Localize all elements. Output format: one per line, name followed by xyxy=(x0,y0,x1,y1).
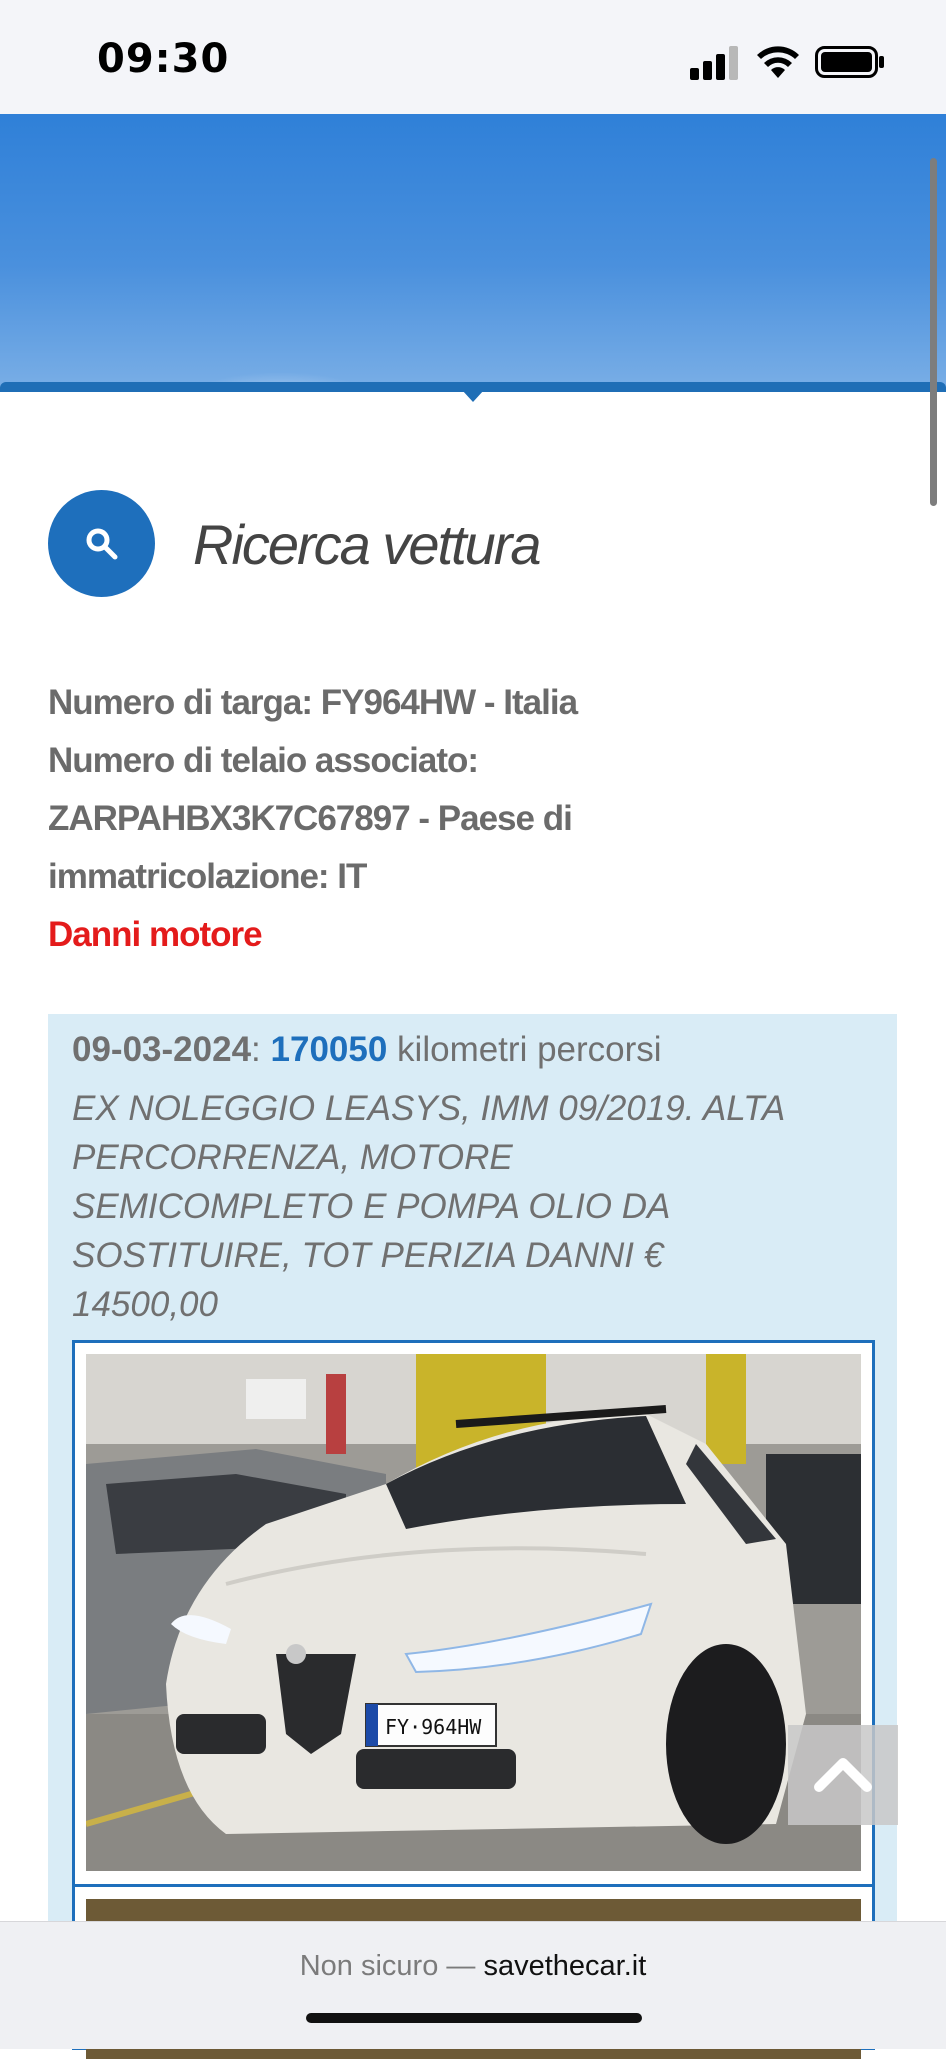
record-header: 09-03-2024: 170050 kilometri percorsi xyxy=(72,1030,662,1070)
search-button[interactable] xyxy=(48,490,155,597)
car-photo: FY·964HW xyxy=(86,1354,861,1871)
car-photo-link[interactable]: FY·964HW xyxy=(72,1340,875,1896)
plate-number: Numero di targa: FY964HW - Italia xyxy=(48,683,578,722)
record-date: 09-03-2024 xyxy=(72,1030,252,1069)
browser-address-bar[interactable] xyxy=(0,1921,946,2049)
record-km-label: kilometri percorsi xyxy=(397,1030,662,1069)
record-separator: : xyxy=(251,1030,261,1069)
damage-type: Danni motore xyxy=(48,915,263,954)
description-line: PERCORRENZA, MOTORE xyxy=(72,1138,513,1177)
chevron-up-icon xyxy=(814,1758,872,1792)
search-icon xyxy=(86,528,118,560)
address-text[interactable]: Non sicuro — savethecar.it xyxy=(0,1950,946,1983)
history-record: 09-03-2024: 170050 kilometri percorsi EX… xyxy=(48,1014,897,2059)
scroll-to-top-button[interactable] xyxy=(788,1725,898,1825)
wifi-icon xyxy=(757,46,799,78)
not-secure-label: Non sicuro — xyxy=(299,1950,476,1982)
license-plate-text: FY·964HW xyxy=(385,1715,482,1739)
banner-notch xyxy=(462,390,484,402)
status-time: 09:30 xyxy=(97,36,230,82)
vin-number: ZARPAHBX3K7C67897 - Paese di xyxy=(48,799,573,838)
domain-label: savethecar.it xyxy=(483,1950,647,1982)
vehicle-info: Numero di targa: FY964HW - Italia Numero… xyxy=(48,674,888,964)
page-scrollbar[interactable] xyxy=(930,158,937,506)
home-indicator[interactable] xyxy=(306,2013,642,2023)
sky-banner xyxy=(0,114,946,389)
car-illustration: FY·964HW xyxy=(86,1354,861,1871)
record-km: 170050 xyxy=(270,1030,388,1069)
description-line: SOSTITUIRE, TOT PERIZIA DANNI € xyxy=(72,1236,664,1275)
registration-country: immatricolazione: IT xyxy=(48,857,367,896)
record-description: EX NOLEGGIO LEASYS, IMM 09/2019. ALTA PE… xyxy=(72,1084,872,1329)
cellular-signal-icon xyxy=(690,46,738,80)
battery-icon xyxy=(815,46,884,78)
vin-label: Numero di telaio associato: xyxy=(48,741,479,780)
description-line: EX NOLEGGIO LEASYS, IMM 09/2019. ALTA xyxy=(72,1089,786,1128)
description-line: 14500,00 xyxy=(72,1285,218,1324)
status-bar: 09:30 xyxy=(0,0,946,114)
description-line: SEMICOMPLETO E POMPA OLIO DA xyxy=(72,1187,671,1226)
page-title: Ricerca vettura xyxy=(193,513,542,576)
